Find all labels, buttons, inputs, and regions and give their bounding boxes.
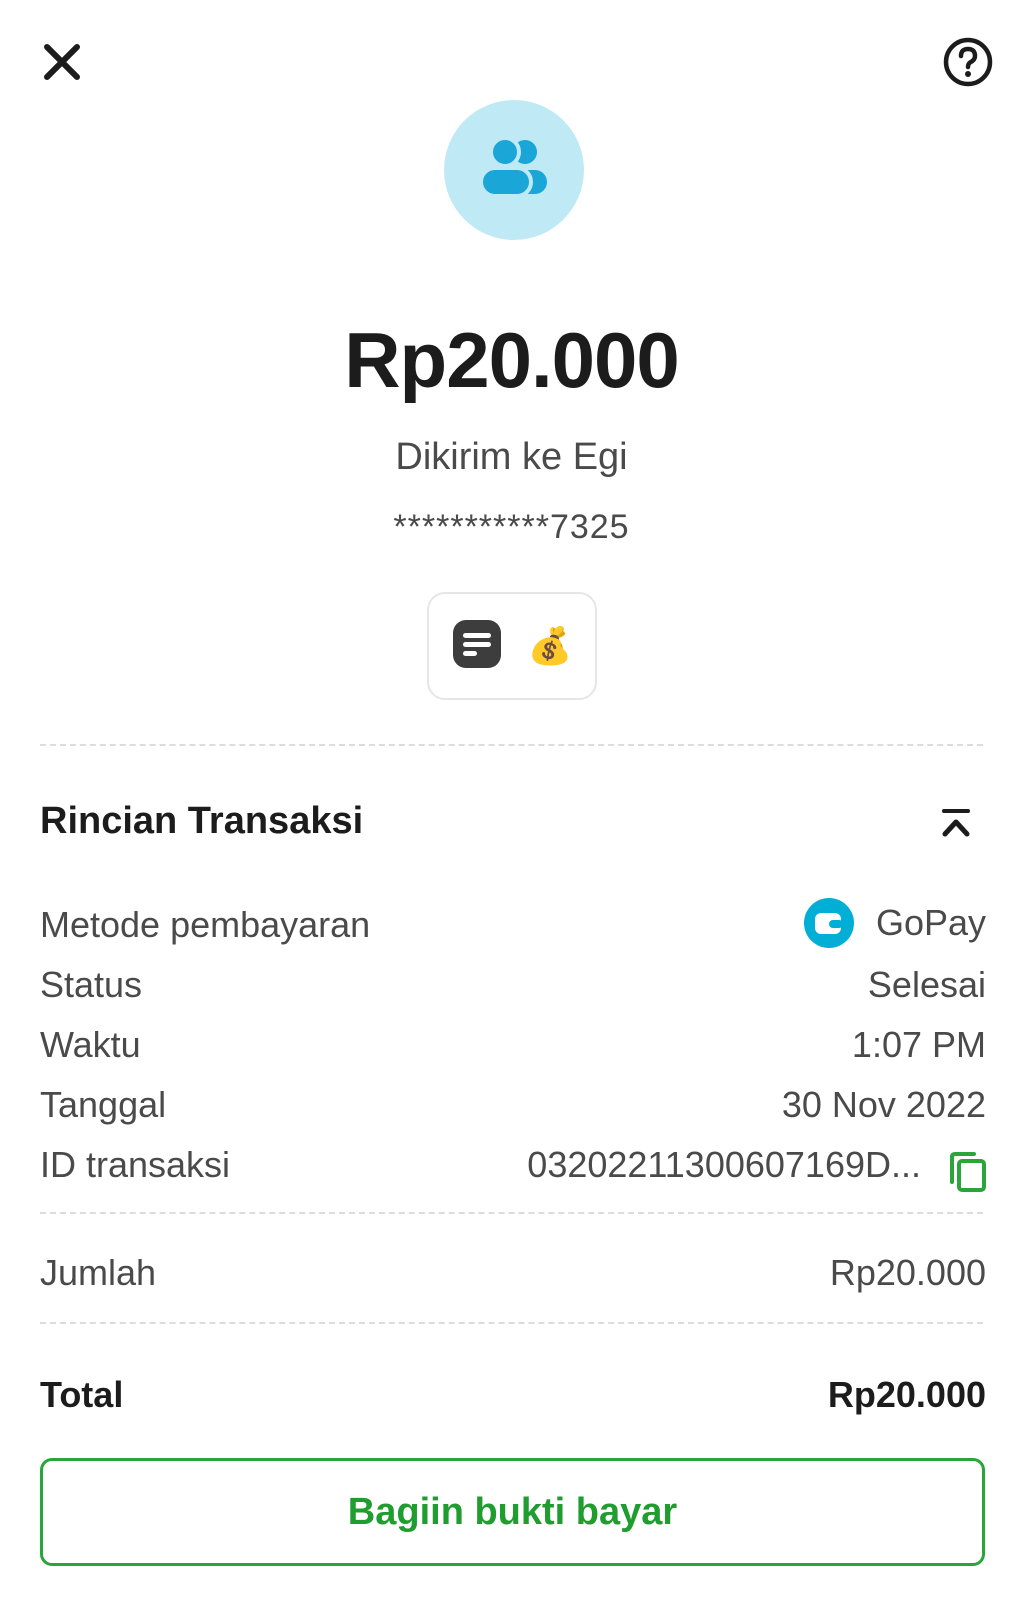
payment-method-text: GoPay: [875, 902, 986, 943]
status-value: Selesai: [867, 964, 986, 1005]
divider: [40, 744, 983, 746]
note-box[interactable]: 💰: [427, 592, 597, 700]
gopay-wallet-icon: [803, 898, 854, 948]
close-icon[interactable]: [38, 38, 86, 86]
status-label: Status: [40, 964, 143, 1005]
note-icon: [452, 619, 502, 674]
total-label: Total: [40, 1374, 124, 1415]
transfer-amount: Rp20.000: [344, 316, 680, 404]
total-value: Rp20.000: [827, 1374, 986, 1415]
divider: [40, 1322, 983, 1324]
transaction-id-label: ID transaksi: [40, 1144, 231, 1185]
chevron-up-double-icon[interactable]: [938, 808, 974, 840]
time-label: Waktu: [40, 1024, 141, 1065]
payment-method-value: GoPay: [803, 898, 986, 948]
amount-label: Jumlah: [40, 1252, 157, 1293]
payment-method-label: Metode pembayaran: [40, 904, 371, 945]
section-title: Rincian Transaksi: [40, 800, 364, 842]
date-label: Tanggal: [40, 1084, 167, 1125]
recipient-avatar: [444, 100, 584, 240]
account-number: ***********7325: [393, 508, 630, 546]
recipient-text: Dikirim ke Egi: [395, 436, 628, 478]
divider: [40, 1212, 983, 1214]
money-bag-emoji: 💰: [527, 625, 573, 666]
transaction-id-value: 032022113006071​69D...: [527, 1144, 921, 1185]
amount-value: Rp20.000: [829, 1252, 986, 1293]
help-icon[interactable]: [942, 36, 994, 88]
time-value: 1:07 PM: [851, 1024, 986, 1065]
users-icon: [479, 135, 549, 205]
copy-icon[interactable]: [946, 1150, 988, 1194]
share-receipt-button[interactable]: Bagiin bukti bayar: [40, 1458, 985, 1566]
date-value: 30 Nov 2022: [781, 1084, 986, 1125]
